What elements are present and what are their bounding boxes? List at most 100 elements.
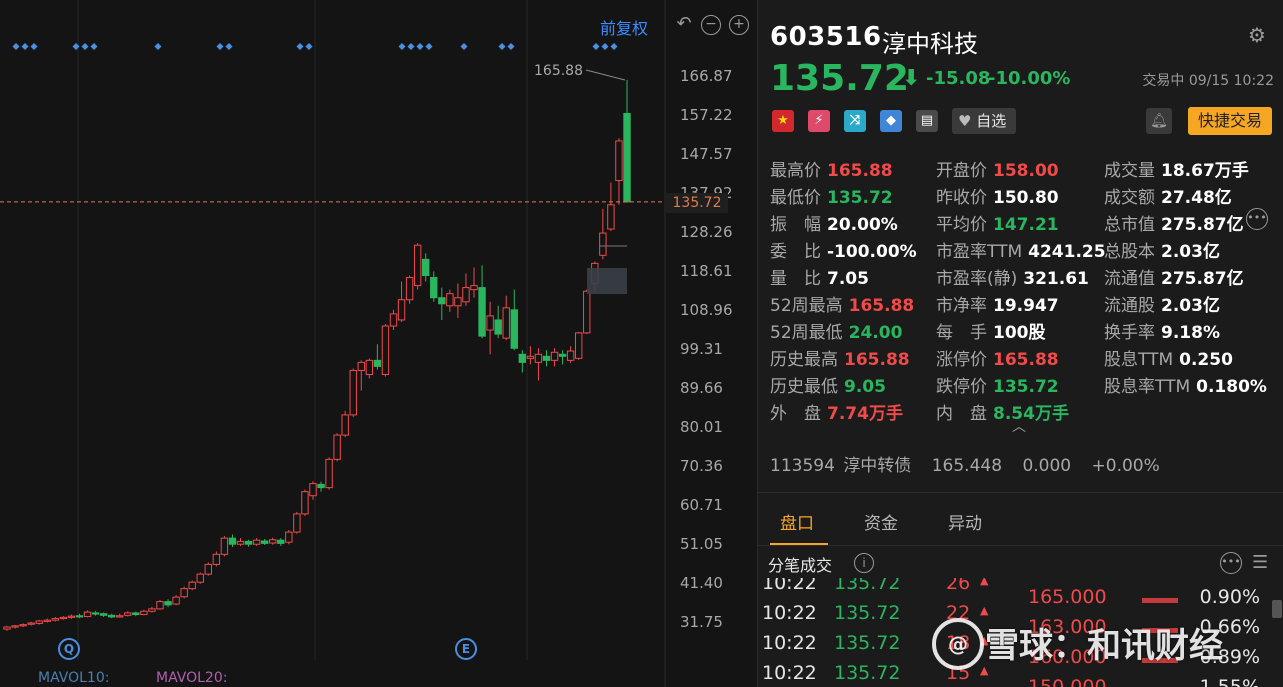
stat-label: 52周最高	[770, 296, 843, 316]
candle-body	[454, 297, 462, 307]
candle-body	[212, 553, 221, 565]
stat-label: 成交量	[1104, 161, 1155, 181]
candle-body	[462, 287, 470, 303]
scrollbar[interactable]	[1272, 600, 1282, 618]
stat-item: 成交额 27.48亿	[1104, 183, 1232, 208]
tab-bar: 盘口 资金 异动	[758, 492, 1283, 546]
tab-pankou[interactable]: 盘口	[780, 509, 814, 534]
stat-item: 历史最高 165.88	[770, 345, 910, 370]
stat-label: 股息TTM	[1104, 350, 1174, 370]
tag-icon[interactable]: ◆	[880, 110, 902, 132]
stat-label: 流通值	[1104, 269, 1155, 289]
kline-chart-panel[interactable]: 166.87157.22147.57137.92128.26118.61108.…	[0, 0, 756, 687]
stat-item: 股息TTM 0.250	[1104, 345, 1233, 370]
kline-chart[interactable]: 166.87157.22147.57137.92128.26118.61108.…	[0, 0, 756, 687]
depth-bar	[1142, 598, 1178, 603]
stat-item: 市盈率TTM 4241.25	[936, 237, 1106, 262]
signal-diamond-icon	[216, 43, 224, 50]
stat-item: 跌停价 135.72	[936, 372, 1059, 397]
candle-body	[373, 359, 382, 367]
menu-icon[interactable]: ☰	[1252, 552, 1268, 573]
stat-item: 量 比 7.05	[770, 264, 869, 289]
marker-q-icon[interactable]: Q	[58, 638, 80, 660]
zoom-in-icon[interactable]: +	[729, 15, 749, 35]
stat-value: 27.48亿	[1161, 188, 1232, 208]
margin-trading-icon[interactable]: ⚡	[808, 110, 830, 132]
stock-code: 603516	[770, 22, 882, 52]
stat-item: 外 盘 7.74万手	[770, 399, 903, 424]
quick-trade-button[interactable]: 快捷交易	[1188, 107, 1272, 135]
candle-body	[220, 537, 229, 555]
undo-icon[interactable]: ↶	[675, 15, 693, 33]
stat-value: 0.180%	[1196, 377, 1267, 397]
y-tick-label: 108.96	[680, 301, 733, 319]
stat-label: 涨停价	[936, 350, 987, 370]
candle-body	[172, 596, 180, 605]
stat-value: 100股	[993, 323, 1046, 343]
signal-diamond-icon	[601, 43, 609, 50]
more-icon[interactable]: •••	[1246, 208, 1268, 230]
candle-body	[188, 581, 196, 590]
candle-body	[566, 350, 575, 361]
china-flag-icon[interactable]: ★	[772, 110, 794, 132]
zoom-out-icon[interactable]: −	[701, 15, 721, 35]
candle-body	[11, 625, 19, 628]
candle-body	[486, 315, 494, 331]
add-watchlist-button[interactable]: ♥ 自选	[952, 108, 1017, 134]
y-tick-label: 99.31	[680, 340, 723, 358]
xueqiu-logo-icon: @	[932, 618, 984, 670]
stat-label: 振 幅	[770, 215, 821, 235]
ticks-title: 分笔成交	[768, 556, 833, 575]
tab-funds[interactable]: 资金	[864, 509, 898, 534]
candle-body	[550, 351, 559, 361]
adjust-mode-button[interactable]: 前复权	[600, 15, 648, 39]
stat-value: 165.88	[827, 161, 893, 181]
signal-diamond-icon	[498, 43, 506, 50]
stat-item: 总股本 2.03亿	[1104, 237, 1220, 262]
more-icon[interactable]: •••	[1220, 552, 1242, 574]
candle-body	[228, 537, 237, 545]
candle-body	[341, 414, 349, 436]
signal-diamond-icon	[507, 43, 515, 50]
convertible-bond-row[interactable]: 113594 淳中转债 165.448 0.000 +0.00%	[770, 451, 1160, 476]
signal-diamond-icon	[225, 43, 233, 50]
connect-icon[interactable]: ⤨	[844, 110, 866, 132]
signal-diamond-icon	[81, 43, 89, 50]
marker-e-icon[interactable]: E	[455, 638, 477, 660]
candle-body	[164, 601, 172, 606]
candle-body	[405, 277, 414, 301]
stat-label: 换手率	[1104, 323, 1155, 343]
stat-value: 19.947	[993, 296, 1059, 316]
stat-label: 市盈率TTM	[936, 242, 1023, 262]
notes-icon[interactable]: ▤	[916, 110, 938, 132]
stat-label: 外 盘	[770, 404, 821, 424]
stat-value: 165.88	[844, 350, 910, 370]
stat-value: 275.87亿	[1161, 215, 1244, 235]
y-tick-label: 80.01	[680, 418, 723, 436]
info-icon[interactable]: i	[854, 553, 874, 573]
stat-value: 147.21	[993, 215, 1059, 235]
stat-value: -100.00%	[827, 242, 917, 262]
stat-label: 开盘价	[936, 161, 987, 181]
candle-body	[615, 140, 623, 182]
tab-movement[interactable]: 异动	[948, 509, 982, 534]
stat-value: 9.18%	[1161, 323, 1220, 343]
gear-icon[interactable]: ⚙	[1246, 24, 1268, 46]
candle-body	[277, 539, 285, 544]
high-annotation-leader	[585, 69, 626, 81]
stat-label: 每 手	[936, 323, 987, 343]
candle-body	[83, 611, 92, 618]
candle-body	[43, 619, 51, 622]
collapse-chevron-icon[interactable]: ︿	[1012, 416, 1026, 436]
candle-body	[156, 601, 164, 610]
stat-label: 跌停价	[936, 377, 987, 397]
bell-icon[interactable]: 🔔︎	[1146, 108, 1172, 134]
signal-diamond-icon	[407, 43, 415, 50]
stat-value: 275.87亿	[1161, 269, 1244, 289]
candle-body	[196, 573, 204, 583]
candle-body	[180, 588, 188, 598]
y-tick-label: 89.66	[680, 379, 723, 397]
candle-body	[365, 359, 374, 375]
bond-name: 淳中转债	[843, 456, 912, 476]
signal-diamond-icon	[296, 43, 304, 50]
